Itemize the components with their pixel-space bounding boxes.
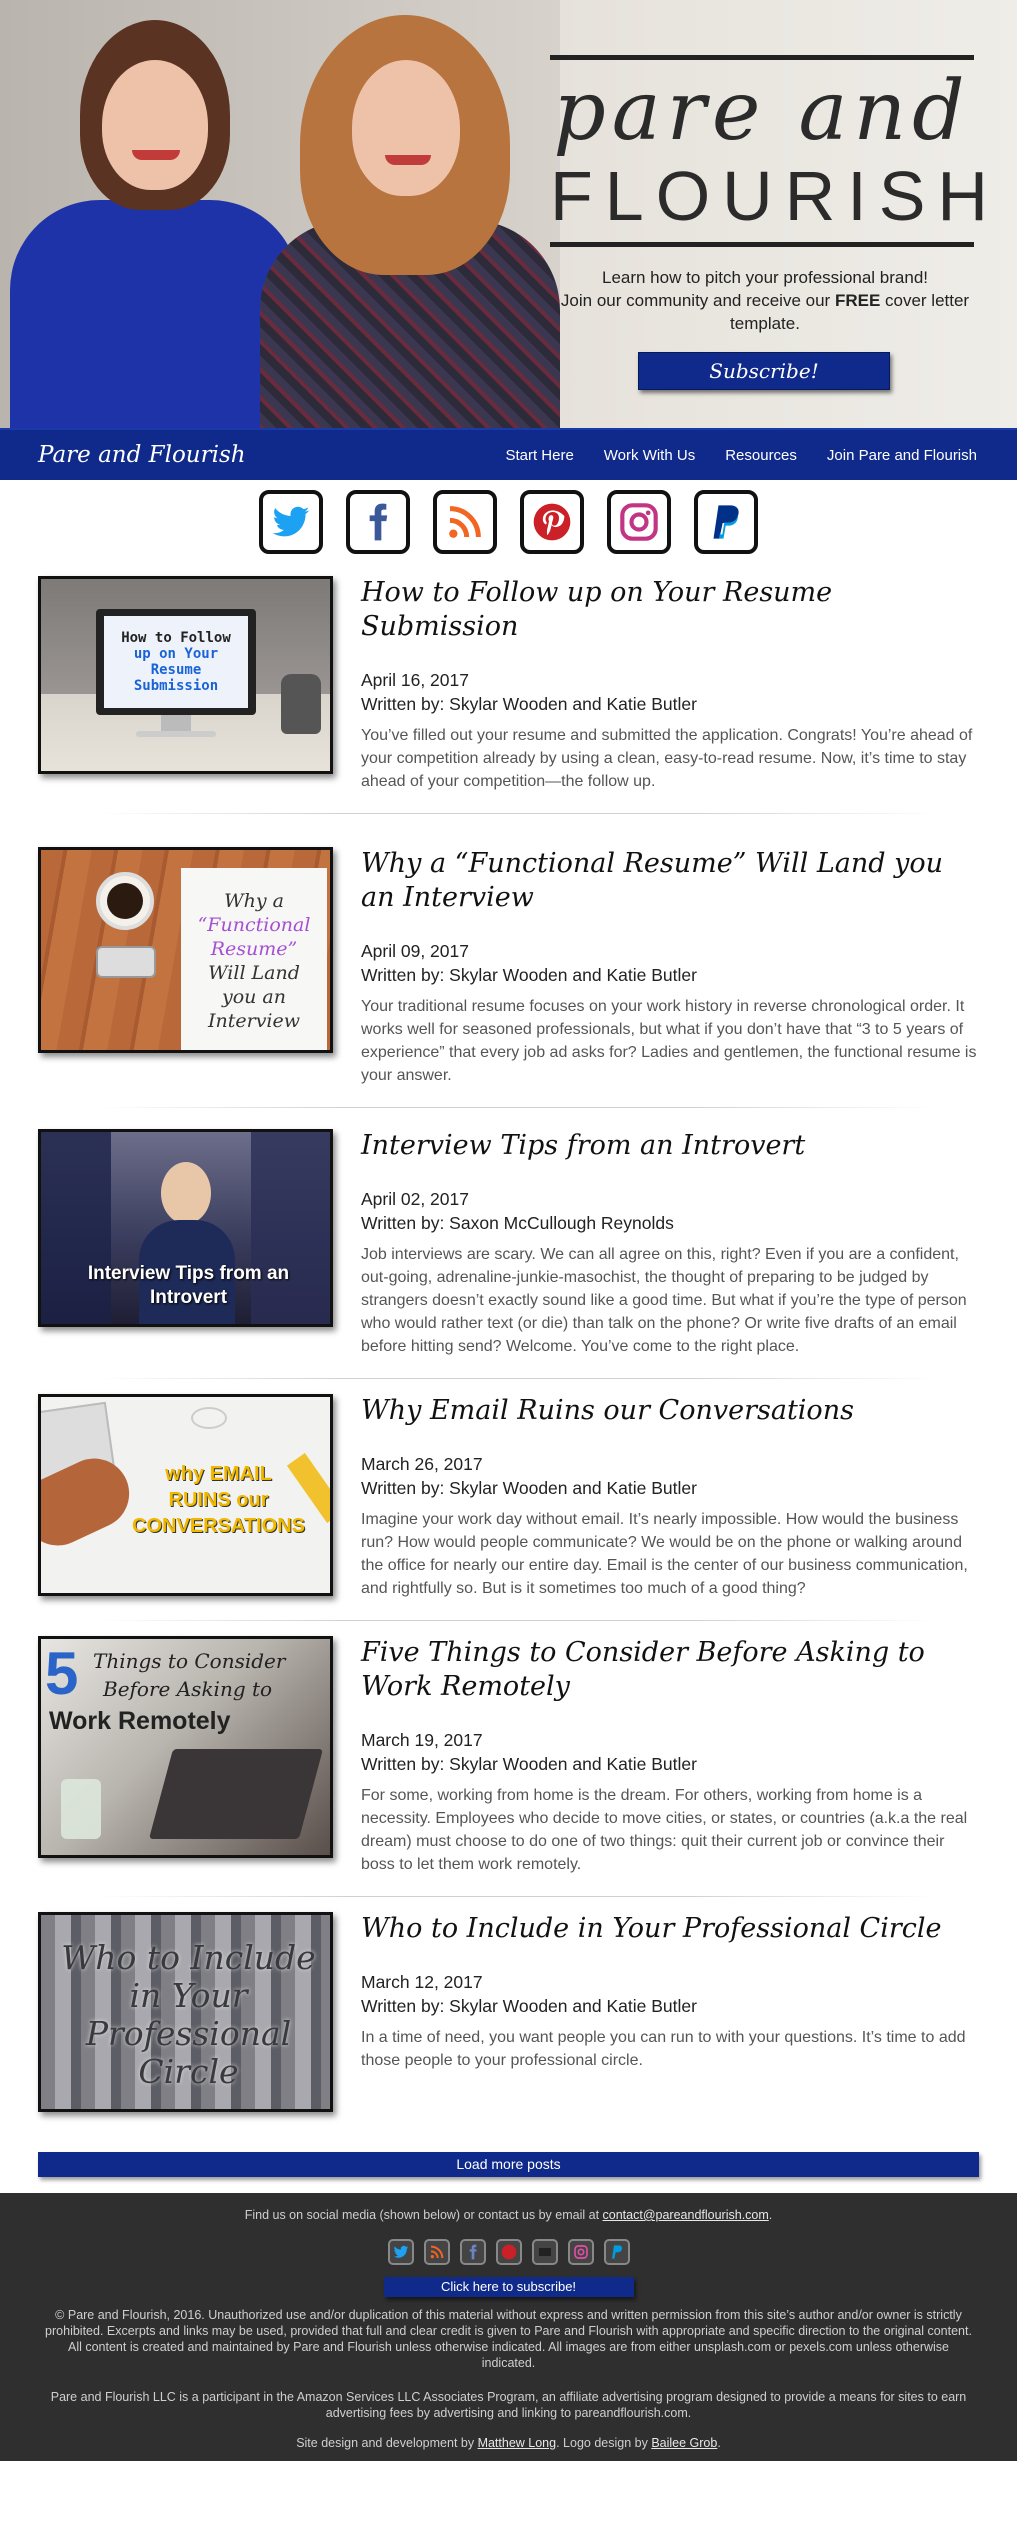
post-author: Written by: Skylar Wooden and Katie Butl… [361, 1478, 697, 1498]
nav-join[interactable]: Join Pare and Flourish [827, 447, 977, 464]
post-author: Written by: Skylar Wooden and Katie Butl… [361, 965, 697, 985]
post-list: How to Follow up on Your Resume Submissi… [0, 556, 1017, 2132]
post-excerpt: For some, working from home is the dream… [361, 1787, 968, 1873]
footer-credits: Site design and development by Matthew L… [296, 2436, 721, 2450]
instagram-icon[interactable] [567, 2239, 594, 2265]
pinterest-icon[interactable] [495, 2239, 522, 2265]
post-title[interactable]: Who to Include in Your Professional Circ… [361, 1912, 979, 1946]
nav-brand[interactable]: Pare and Flourish [38, 442, 246, 468]
post-date: April 02, 2017 [361, 1189, 469, 1209]
post-item: Interview Tips from an Introvert Intervi… [38, 1107, 979, 1378]
logo-caps: FLOURISH [550, 157, 1000, 235]
post-excerpt: Job interviews are scary. We can all agr… [361, 1246, 967, 1355]
post-item: 5 Things to Consider Before Asking to Wo… [38, 1620, 979, 1896]
top-navigation: Pare and Flourish Start Here Work With U… [0, 428, 1017, 480]
post-thumbnail[interactable]: Who to Include in Your Professional Circ… [38, 1912, 333, 2112]
post-date: April 16, 2017 [361, 670, 469, 690]
footer-subscribe-button[interactable]: Click here to subscribe! [383, 2277, 634, 2297]
hero-logo: pare and FLOURISH [550, 55, 1000, 247]
rss-icon[interactable] [433, 490, 497, 554]
pinterest-icon[interactable] [520, 490, 584, 554]
social-icons [0, 480, 1017, 556]
post-title[interactable]: Interview Tips from an Introvert [361, 1129, 979, 1163]
twitter-icon[interactable] [387, 2239, 414, 2265]
post-excerpt: Imagine your work day without email. It’… [361, 1511, 968, 1597]
facebook-icon[interactable] [346, 490, 410, 554]
post-title[interactable]: Why a “Functional Resume” Will Land you … [361, 847, 979, 915]
post-date: April 09, 2017 [361, 941, 469, 961]
contact-email-link[interactable]: contact@pareandflourish.com [603, 2208, 769, 2222]
post-excerpt: Your traditional resume focuses on your … [361, 998, 977, 1084]
rss-icon[interactable] [423, 2239, 450, 2265]
nav-start-here[interactable]: Start Here [505, 447, 573, 464]
logo-script: pare and [553, 64, 971, 159]
post-excerpt: In a time of need, you want people you c… [361, 2029, 966, 2069]
twitter-icon[interactable] [259, 490, 323, 554]
post-title[interactable]: Five Things to Consider Before Asking to… [361, 1636, 979, 1704]
post-title[interactable]: Why Email Ruins our Conversations [361, 1394, 979, 1428]
post-excerpt: You’ve filled out your resume and submit… [361, 727, 973, 790]
post-author: Written by: Skylar Wooden and Katie Butl… [361, 694, 697, 714]
footer-amazon-disclosure: Pare and Flourish LLC is a participant i… [50, 2390, 967, 2420]
post-author: Written by: Skylar Wooden and Katie Butl… [361, 1754, 697, 1774]
site-footer: Find us on social media (shown below) or… [0, 2193, 1017, 2461]
paypal-icon[interactable] [603, 2239, 630, 2265]
nav-resources[interactable]: Resources [725, 447, 797, 464]
post-date: March 26, 2017 [361, 1454, 483, 1474]
post-date: March 19, 2017 [361, 1730, 483, 1750]
post-date: March 12, 2017 [361, 1972, 483, 1992]
post-item: Why a “Functional Resume” Will Land you … [38, 813, 979, 1107]
footer-contact: Find us on social media (shown below) or… [244, 2208, 773, 2222]
post-author: Written by: Saxon McCullough Reynolds [361, 1213, 674, 1233]
post-item: How to Follow up on Your Resume Submissi… [38, 556, 979, 813]
hero-subscribe-button[interactable]: Subscribe! [638, 352, 890, 390]
post-item: Who to Include in Your Professional Circ… [38, 1896, 979, 2132]
instagram-icon[interactable] [607, 490, 671, 554]
footer-social-icons [40, 2239, 977, 2265]
hero-photo [0, 0, 560, 428]
post-thumbnail[interactable]: why EMAIL RUINS our CONVERSATIONS [38, 1394, 333, 1596]
post-thumbnail[interactable]: Why a “Functional Resume” Will Land you … [38, 847, 333, 1053]
post-thumbnail[interactable]: Interview Tips from an Introvert [38, 1129, 333, 1327]
post-thumbnail[interactable]: 5 Things to Consider Before Asking to Wo… [38, 1636, 333, 1858]
developer-link[interactable]: Matthew Long [478, 2436, 557, 2450]
hero-tagline: Learn how to pitch your professional bra… [560, 268, 970, 333]
post-author: Written by: Skylar Wooden and Katie Butl… [361, 1996, 697, 2016]
facebook-icon[interactable] [459, 2239, 486, 2265]
paypal-icon[interactable] [694, 490, 758, 554]
footer-copyright: © Pare and Flourish, 2016. Unauthorized … [45, 2308, 972, 2370]
post-item: why EMAIL RUINS our CONVERSATIONS Why Em… [38, 1378, 979, 1620]
post-title[interactable]: How to Follow up on Your Resume Submissi… [361, 576, 979, 644]
nav-work-with-us[interactable]: Work With Us [604, 447, 695, 464]
post-thumbnail[interactable]: How to Follow up on Your Resume Submissi… [38, 576, 333, 774]
hero-banner: pare and FLOURISH Learn how to pitch you… [0, 0, 1017, 428]
load-more-button[interactable]: Load more posts [38, 2152, 979, 2177]
email-icon[interactable] [531, 2239, 558, 2265]
logo-designer-link[interactable]: Bailee Grob [651, 2436, 717, 2450]
